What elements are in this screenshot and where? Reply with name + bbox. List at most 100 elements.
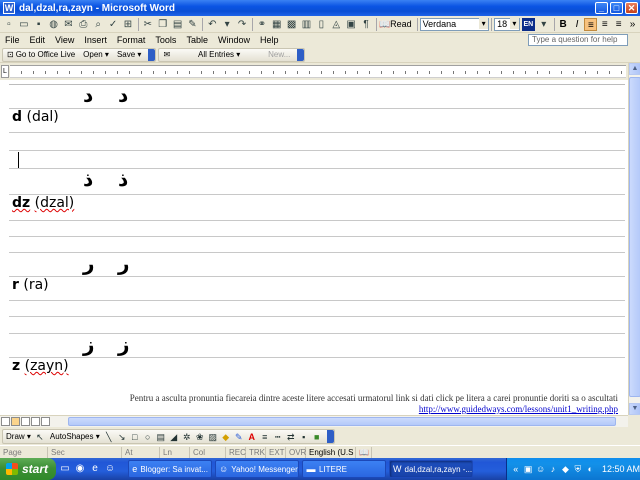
arrow-style-icon[interactable]: ⇄ — [285, 431, 297, 443]
select-objects-icon[interactable]: ↖ — [34, 431, 46, 443]
columns-icon[interactable]: ▯ — [314, 18, 328, 31]
hyperlink-icon[interactable]: ⚭ — [255, 18, 269, 31]
font-color-icon[interactable]: A — [246, 431, 258, 443]
insert-table-icon[interactable]: ▩ — [285, 18, 299, 31]
tray-update-icon[interactable]: ◐ — [586, 464, 595, 474]
save-dropdown-button[interactable]: Save ▾ — [113, 50, 145, 59]
toolbar-options-icon[interactable]: » — [626, 18, 639, 31]
spelling-icon[interactable]: ✓ — [106, 18, 120, 31]
tray-messenger-icon[interactable]: ☺ — [536, 464, 545, 474]
status-trk[interactable]: TRK — [246, 446, 266, 458]
save-icon[interactable]: ▪ — [32, 18, 46, 31]
format-painter-icon[interactable]: ✎ — [185, 18, 199, 31]
horizontal-scroll-thumb[interactable] — [68, 417, 616, 426]
read-button[interactable]: 📖 Read — [379, 19, 412, 30]
maximize-button[interactable]: □ — [610, 2, 623, 14]
menu-format[interactable]: Format — [112, 35, 151, 45]
undo-icon[interactable]: ↶ — [205, 18, 219, 31]
line-icon[interactable]: ╲ — [103, 431, 115, 443]
all-entries-dropdown[interactable]: All Entries ▾ — [174, 50, 264, 59]
align-right-button[interactable]: ≡ — [612, 18, 625, 31]
language-dropdown-icon[interactable]: ▾ — [537, 18, 551, 31]
status-rec[interactable]: REC — [226, 446, 246, 458]
picture-icon[interactable]: ▨ — [207, 431, 219, 443]
tray-shield-icon[interactable]: ⛨ — [573, 464, 582, 474]
email-icon[interactable]: ✉ — [62, 18, 76, 31]
show-hide-icon[interactable]: ¶ — [359, 18, 373, 31]
tray-network-icon[interactable]: ▣ — [523, 464, 533, 474]
document-map-icon[interactable]: ▣ — [344, 18, 358, 31]
dash-style-icon[interactable]: ┅ — [272, 431, 284, 443]
quick-launch-media-icon[interactable]: ◉ — [74, 463, 86, 475]
menu-table[interactable]: Table — [181, 35, 213, 45]
status-ext[interactable]: EXT — [266, 446, 286, 458]
quick-launch-desktop-icon[interactable]: ▭ — [59, 463, 71, 475]
vertical-scroll-thumb[interactable] — [629, 77, 640, 397]
italic-button[interactable]: I — [571, 18, 584, 31]
tab-selector[interactable]: L — [1, 65, 9, 78]
copy-icon[interactable]: ❐ — [156, 18, 170, 31]
document-page[interactable]: د د d (dal) ذ ذ dz (dzal) ر ر r (ra) ز ز… — [9, 83, 625, 379]
language-badge[interactable]: EN — [521, 17, 535, 31]
text-box-icon[interactable]: ▤ — [155, 431, 167, 443]
menu-window[interactable]: Window — [213, 35, 255, 45]
open-dropdown-button[interactable]: Open ▾ — [79, 50, 113, 59]
line-style-icon[interactable]: ≡ — [259, 431, 271, 443]
menu-insert[interactable]: Insert — [79, 35, 112, 45]
permission-icon[interactable]: ◍ — [47, 18, 61, 31]
menu-file[interactable]: File — [0, 35, 25, 45]
oval-icon[interactable]: ○ — [142, 431, 154, 443]
task-blogger[interactable]: e Blogger: Sa invat... — [128, 460, 212, 478]
cut-icon[interactable]: ✂ — [141, 18, 155, 31]
scroll-up-icon[interactable]: ▲ — [629, 63, 640, 75]
quick-launch-browser-icon[interactable]: e — [89, 463, 101, 475]
lesson-link[interactable]: http://www.guidedways.com/lessons/unit1_… — [419, 404, 618, 414]
status-language[interactable]: English (U.S — [306, 446, 356, 458]
new-document-icon[interactable]: ▫ — [2, 18, 16, 31]
rectangle-icon[interactable]: □ — [129, 431, 141, 443]
close-button[interactable]: ✕ — [625, 2, 638, 14]
menu-tools[interactable]: Tools — [150, 35, 181, 45]
task-yahoo-messenger[interactable]: ☺ Yahoo! Messenger — [215, 460, 299, 478]
tray-antivirus-icon[interactable]: ◆ — [561, 464, 570, 474]
redo-icon[interactable]: ↷ — [235, 18, 249, 31]
horizontal-ruler[interactable] — [10, 65, 626, 78]
tray-arrow-icon[interactable]: « — [511, 464, 520, 474]
open-icon[interactable]: ▭ — [17, 18, 31, 31]
status-ovr[interactable]: OVR — [286, 446, 306, 458]
scroll-down-icon[interactable]: ▼ — [629, 403, 640, 415]
line-color-icon[interactable]: ✎ — [233, 431, 245, 443]
wordart-icon[interactable]: ◢ — [168, 431, 180, 443]
vertical-scrollbar[interactable]: ▲ ▼ — [628, 63, 640, 415]
minimize-button[interactable]: _ — [595, 2, 608, 14]
print-layout-view-icon[interactable] — [21, 417, 30, 426]
spelling-status-icon[interactable]: 📖 — [356, 446, 372, 458]
menu-help[interactable]: Help — [255, 35, 284, 45]
help-search-input[interactable]: Type a question for help — [528, 34, 628, 46]
menu-view[interactable]: View — [50, 35, 79, 45]
bold-button[interactable]: B — [557, 18, 570, 31]
tray-volume-icon[interactable]: ♪ — [548, 464, 557, 474]
menu-edit[interactable]: Edit — [25, 35, 51, 45]
undo-dropdown-icon[interactable]: ▾ — [220, 18, 234, 31]
outline-view-icon[interactable] — [31, 417, 40, 426]
word-icon[interactable]: W — [3, 2, 15, 14]
tables-borders-icon[interactable]: ▦ — [270, 18, 284, 31]
draw-menu-button[interactable]: Draw ▾ — [3, 432, 34, 441]
reading-layout-view-icon[interactable] — [41, 417, 50, 426]
research-icon[interactable]: ⊞ — [121, 18, 135, 31]
font-size-select[interactable]: 18 — [494, 17, 520, 31]
go-to-office-live-button[interactable]: ⊡ Go to Office Live — [3, 50, 79, 59]
web-layout-view-icon[interactable] — [11, 417, 20, 426]
autoshapes-menu-button[interactable]: AutoShapes ▾ — [47, 432, 103, 441]
taskbar-clock[interactable]: 12:50 AM — [602, 464, 640, 474]
fill-color-icon[interactable]: ◆ — [220, 431, 232, 443]
font-name-select[interactable]: Verdana — [419, 17, 490, 31]
align-left-button[interactable]: ≡ — [584, 17, 598, 31]
3d-style-icon[interactable]: ■ — [311, 431, 323, 443]
document-area[interactable]: د د d (dal) ذ ذ dz (dzal) ر ر r (ra) ز ز… — [0, 80, 628, 415]
paste-icon[interactable]: ▤ — [171, 18, 185, 31]
normal-view-icon[interactable] — [1, 417, 10, 426]
task-word-document[interactable]: W dal,dzal,ra,zayn -... — [389, 460, 473, 478]
clip-art-icon[interactable]: ❀ — [194, 431, 206, 443]
